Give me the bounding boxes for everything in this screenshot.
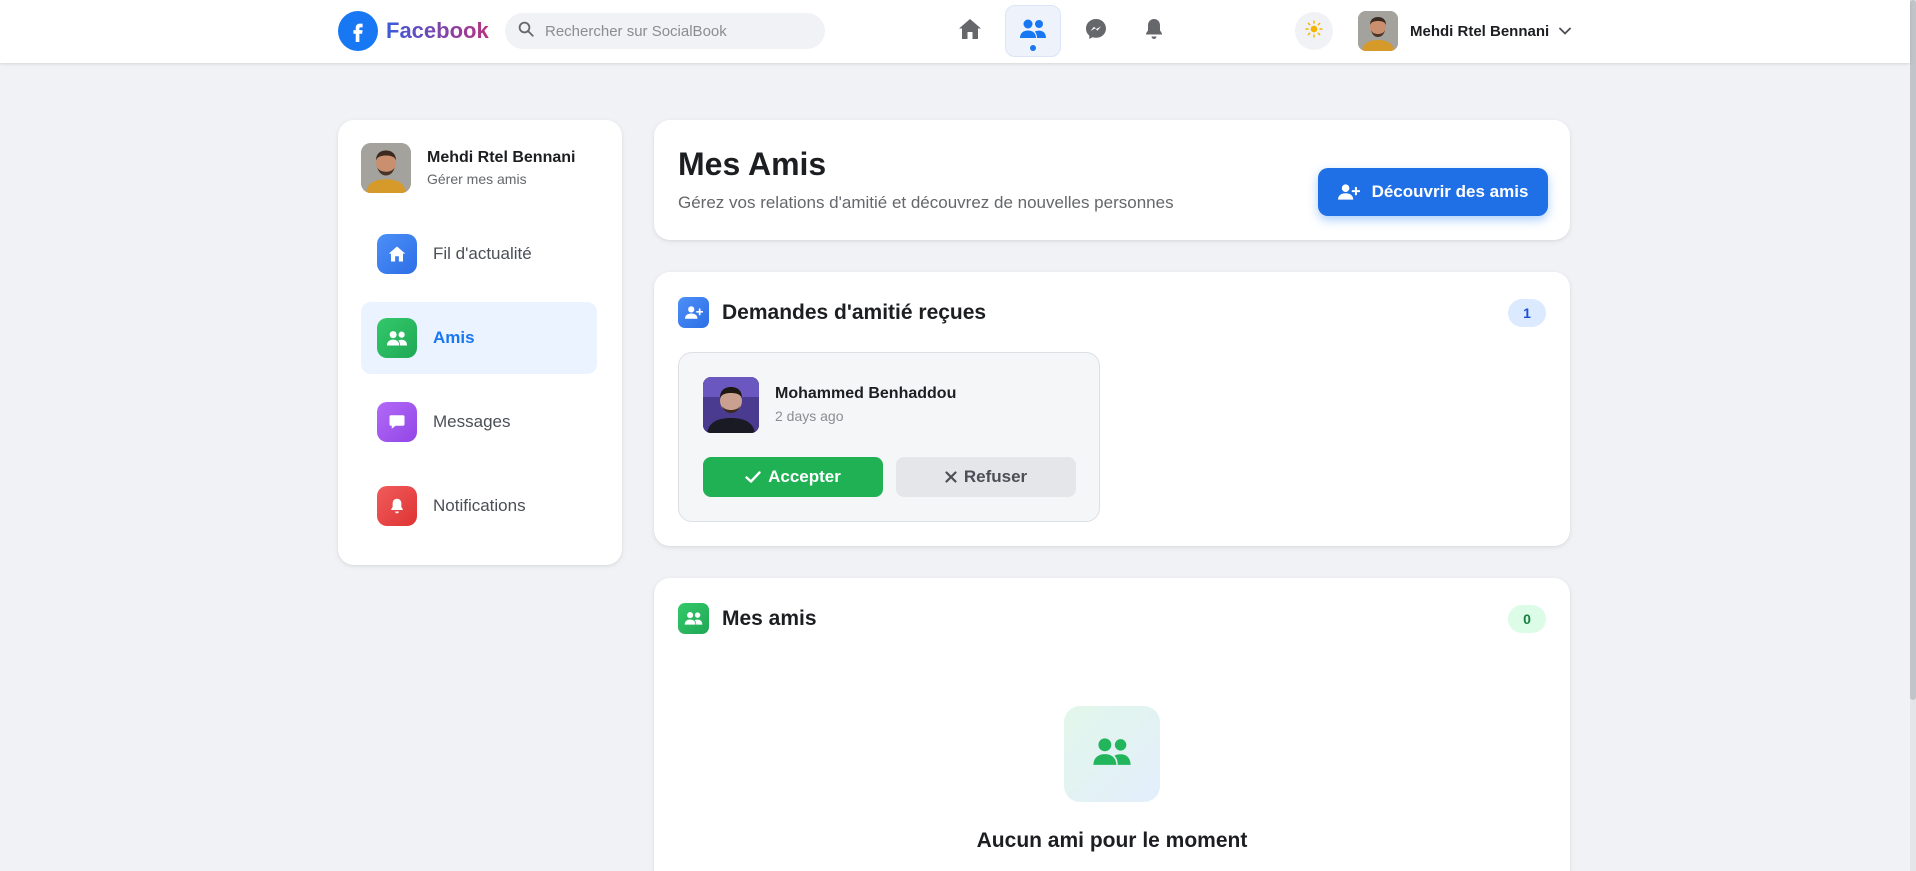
- active-indicator-dot: [1030, 45, 1036, 51]
- sun-icon: [1305, 19, 1323, 43]
- avatar: [361, 143, 411, 193]
- requester-name[interactable]: Mohammed Benhaddou: [775, 385, 956, 403]
- sidebar-item-notifications[interactable]: Notifications: [361, 470, 597, 542]
- brand-logo[interactable]: Facebook: [338, 11, 489, 51]
- profile-subtitle: Gérer mes amis: [427, 171, 527, 187]
- friend-requests-card: Demandes d'amitié reçues 1 Mohammed Benh…: [654, 272, 1570, 546]
- chevron-down-icon: [1559, 22, 1572, 40]
- add-user-icon: [678, 297, 709, 328]
- empty-state-title: Aucun ami pour le moment: [976, 829, 1248, 852]
- home-icon: [377, 234, 417, 274]
- profile-name: Mehdi Rtel Bennani: [427, 149, 576, 166]
- sidebar-item-label: Fil d'actualité: [433, 244, 532, 263]
- nav-friends[interactable]: [1005, 5, 1061, 57]
- refuse-label: Refuser: [963, 467, 1028, 486]
- sidebar-item-friends[interactable]: Amis: [361, 302, 597, 374]
- friends-icon: [377, 318, 417, 358]
- count-badge: 0: [1508, 605, 1546, 633]
- home-icon: [957, 17, 983, 46]
- close-icon: [945, 471, 957, 483]
- user-menu[interactable]: Mehdi Rtel Bennani: [1352, 8, 1577, 54]
- bell-icon: [377, 486, 417, 526]
- page-title: Mes Amis: [678, 146, 827, 182]
- friends-icon: [1092, 736, 1132, 773]
- check-icon: [745, 471, 761, 483]
- scrollbar-thumb[interactable]: [1910, 0, 1916, 700]
- section-header: Demandes d'amitié reçues: [678, 297, 986, 328]
- count-badge: 1: [1508, 299, 1546, 327]
- messenger-icon: [1084, 17, 1108, 46]
- friend-request-item: Mohammed Benhaddou 2 days ago Accepter R…: [678, 352, 1100, 522]
- page-scrollbar[interactable]: [1910, 0, 1916, 871]
- page-header-card: Mes Amis Gérez vos relations d'amitié et…: [654, 120, 1570, 240]
- nav-messenger[interactable]: [1068, 5, 1124, 57]
- section-title: Mes amis: [722, 606, 817, 630]
- sidebar-profile[interactable]: Mehdi Rtel Bennani Gérer mes amis: [361, 143, 575, 193]
- accept-button[interactable]: Accepter: [703, 457, 883, 497]
- user-name: Mehdi Rtel Bennani: [1410, 22, 1550, 40]
- section-title: Demandes d'amitié reçues: [722, 300, 987, 324]
- discover-friends-button[interactable]: Découvrir des amis: [1318, 168, 1548, 216]
- avatar[interactable]: [703, 377, 759, 433]
- sidebar: Mehdi Rtel Bennani Gérer mes amis Fil d'…: [338, 120, 622, 565]
- my-friends-card: Mes amis 0 Aucun ami pour le moment: [654, 578, 1570, 871]
- theme-toggle-button[interactable]: [1295, 12, 1333, 50]
- empty-state-illustration: [1064, 706, 1160, 802]
- request-time: 2 days ago: [775, 408, 844, 424]
- avatar: [1358, 11, 1398, 51]
- message-icon: [377, 402, 417, 442]
- sidebar-item-label: Notifications: [433, 496, 526, 515]
- add-user-icon: [1337, 184, 1360, 200]
- search-icon: [517, 20, 535, 43]
- facebook-icon: [338, 11, 378, 51]
- bell-icon: [1143, 17, 1165, 46]
- search-input[interactable]: [545, 22, 795, 40]
- sidebar-item-label: Amis: [433, 328, 475, 347]
- sidebar-item-newsfeed[interactable]: Fil d'actualité: [361, 218, 597, 290]
- search-bar[interactable]: [505, 13, 825, 49]
- refuse-button[interactable]: Refuser: [896, 457, 1076, 497]
- section-header: Mes amis: [678, 603, 817, 634]
- friends-icon: [1019, 18, 1047, 45]
- brand-name: Facebook: [386, 18, 489, 43]
- page-subtitle: Gérez vos relations d'amitié et découvre…: [678, 193, 1174, 212]
- nav-home[interactable]: [942, 5, 998, 57]
- sidebar-item-messages[interactable]: Messages: [361, 386, 597, 458]
- friends-icon: [678, 603, 709, 634]
- sidebar-item-label: Messages: [433, 412, 511, 431]
- accept-label: Accepter: [768, 467, 841, 486]
- discover-friends-label: Découvrir des amis: [1371, 182, 1529, 201]
- nav-notifications[interactable]: [1126, 5, 1182, 57]
- top-navigation-bar: Facebook Mehdi Rtel B: [0, 0, 1910, 63]
